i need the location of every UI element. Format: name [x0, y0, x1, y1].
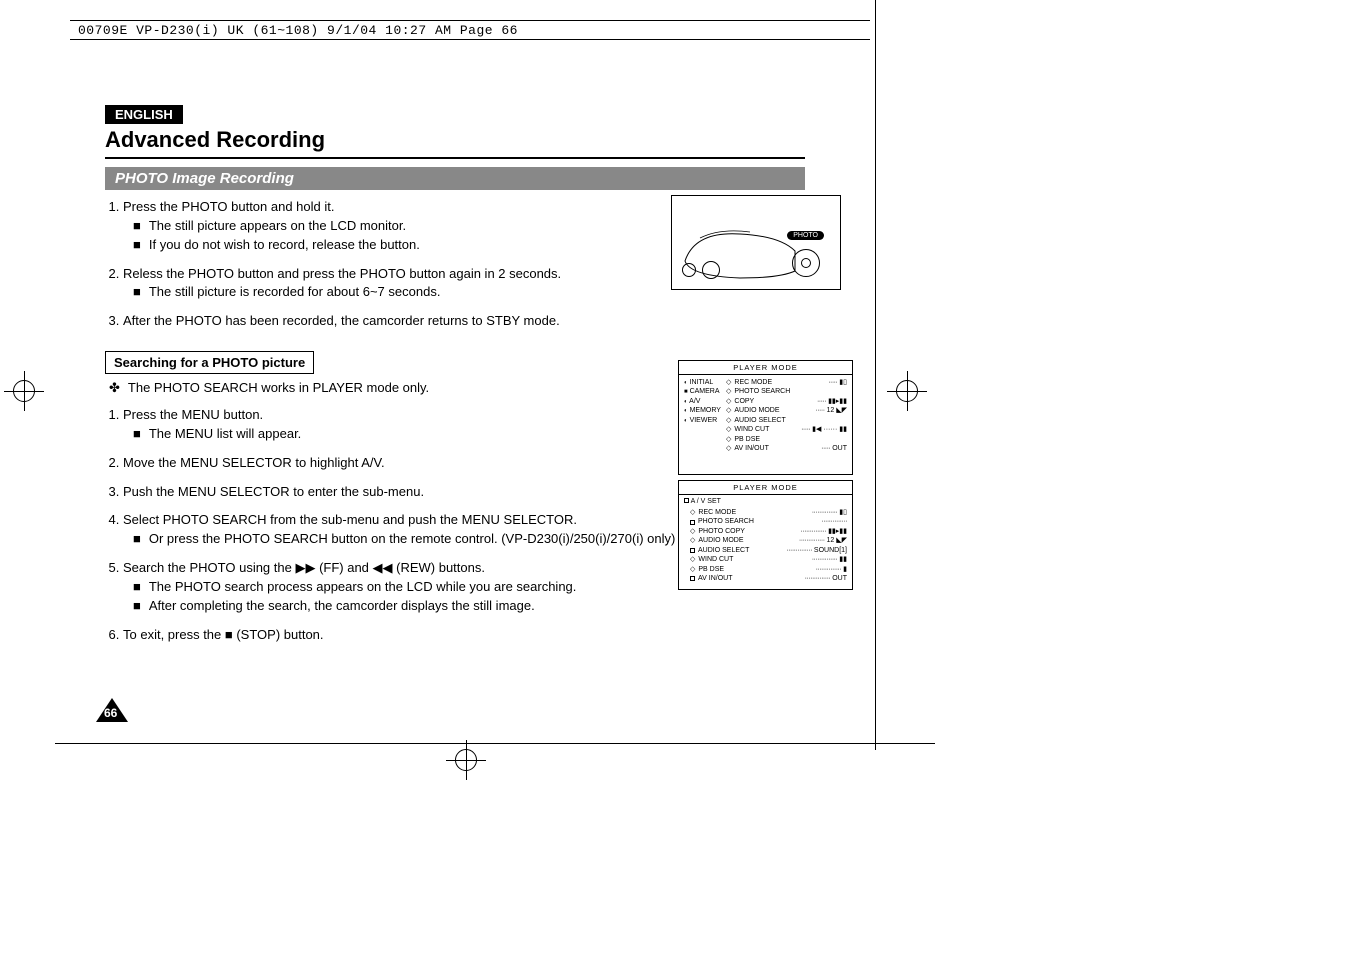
lens-icon-2: [702, 261, 720, 279]
camcorder-illustration: PHOTO: [671, 195, 841, 290]
step-text: After the PHOTO has been recorded, the c…: [123, 312, 845, 331]
osd-right-item: ◇WIND CUT····· ▮◀ ······ ▮▮: [726, 425, 847, 434]
step-item: After the PHOTO has been recorded, the c…: [123, 312, 845, 331]
osd-right-item: ◇AUDIO MODE····· 12 ◣◤: [726, 406, 847, 415]
subtitle-bar: PHOTO Image Recording: [105, 167, 805, 190]
record-button-icon: [792, 249, 820, 277]
osd-menu-1: PLAYER MODE ◐ INITIAL■ CAMERA◐ A/V◐ MEMO…: [678, 360, 853, 475]
lens-icon-1: [682, 263, 696, 277]
osd-menu-2-header: A / V SET: [684, 498, 847, 505]
osd-left-item: ◐ MEMORY: [684, 406, 726, 415]
step-sub-text: If you do not wish to record, release th…: [149, 236, 420, 255]
square-bullet-icon: ■: [133, 597, 141, 616]
osd-left-item: ■ CAMERA: [684, 387, 726, 396]
osd-left-item: ◐ VIEWER: [684, 416, 726, 425]
osd-menu2-item: ◇ PB DSE·············· ▮: [690, 565, 847, 574]
osd-menu2-item: ◇ REC MODE·············· ▮▯: [690, 508, 847, 517]
step-sub-text: Or press the PHOTO SEARCH button on the …: [149, 530, 675, 549]
photo-button-label: PHOTO: [787, 231, 824, 240]
osd-left-item: ◐ A/V: [684, 397, 726, 406]
page-line-horizontal: [55, 743, 935, 744]
camcorder-svg: [680, 226, 800, 281]
osd-right-item: ◇PHOTO SEARCH: [726, 387, 847, 396]
note-text: The PHOTO SEARCH works in PLAYER mode on…: [128, 380, 429, 396]
crop-mark-bottom: [450, 739, 490, 779]
crop-mark-right: [891, 370, 931, 410]
language-badge: ENGLISH: [105, 105, 183, 124]
osd-right-item: ◇AUDIO SELECT: [726, 416, 847, 425]
osd-right-item: ◇REC MODE····· ▮▯: [726, 378, 847, 387]
osd-menu2-item: ◇ PHOTO COPY·············· ▮▮▸▮▮: [690, 527, 847, 536]
step-sub-text: The still picture appears on the LCD mon…: [149, 217, 406, 236]
osd-right-item: ◇AV IN/OUT····· OUT: [726, 444, 847, 453]
page-line-vertical: [875, 0, 876, 750]
osd-left-item: ◐ INITIAL: [684, 378, 726, 387]
crop-mark-left: [8, 370, 48, 410]
osd-menu2-item: PHOTO SEARCH··············: [690, 517, 847, 526]
fleuron-icon: ✤: [109, 380, 120, 396]
step-sub-text: The PHOTO search process appears on the …: [149, 578, 577, 597]
square-bullet-icon: ■: [133, 217, 141, 236]
square-bullet-icon: ■: [133, 236, 141, 255]
square-bullet-icon: ■: [133, 425, 141, 444]
step-item: To exit, press the ■ (STOP) button.: [123, 626, 845, 645]
step-sub-bullet: ■ After completing the search, the camcor…: [133, 597, 845, 616]
step-text: To exit, press the ■ (STOP) button.: [123, 626, 845, 645]
page-title: Advanced Recording: [105, 127, 805, 159]
step-sub-text: The still picture is recorded for about …: [149, 283, 441, 302]
osd-menu2-item: ◇ WIND CUT·············· ▮▮: [690, 555, 847, 564]
square-bullet-icon: ■: [133, 283, 141, 302]
osd-right-item: ◇PB DSE: [726, 435, 847, 444]
proof-header: 00709E VP-D230(i) UK (61~108) 9/1/04 10:…: [70, 20, 870, 40]
osd-menu-2-title: PLAYER MODE: [679, 481, 852, 495]
page-number: 66: [104, 706, 117, 720]
osd-right-item: ◇COPY····· ▮▮▸▮▮: [726, 397, 847, 406]
step-sub-text: The MENU list will appear.: [149, 425, 301, 444]
step-sub-text: After completing the search, the camcord…: [149, 597, 535, 616]
square-bullet-icon: ■: [133, 578, 141, 597]
osd-menu2-item: AV IN/OUT·············· OUT: [690, 574, 847, 583]
square-bullet-icon: ■: [133, 530, 141, 549]
osd-menu2-item: ◇ AUDIO MODE·············· 12 ◣◤: [690, 536, 847, 545]
osd-menu2-item: AUDIO SELECT·············· SOUND[1]: [690, 546, 847, 555]
sub-heading-box: Searching for a PHOTO picture: [105, 351, 314, 374]
osd-menu-1-title: PLAYER MODE: [679, 361, 852, 375]
osd-menu-2: PLAYER MODE A / V SET ◇ REC MODE········…: [678, 480, 853, 590]
